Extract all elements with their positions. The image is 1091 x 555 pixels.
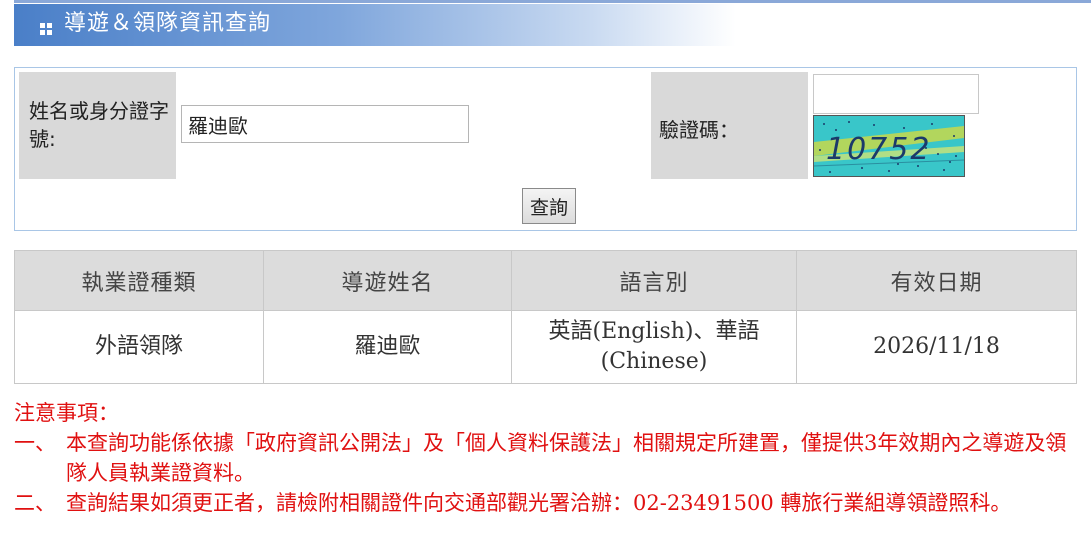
top-rule (14, 0, 1091, 3)
note-text: 查詢結果如須更正者，請檢附相關證件向交通部觀光署洽辦：02-23491500 轉… (66, 491, 1012, 515)
notes-section: 注意事項： 一、 本查詢功能係依據「政府資訊公開法」及「個人資料保護法」相關規定所… (14, 398, 1076, 518)
grid-bullet-icon (40, 23, 53, 36)
results-table: 執業證種類 導遊姓名 語言別 有效日期 外語領隊 羅迪歐 英語(English)… (14, 250, 1077, 384)
search-form: 姓名或身分證字號: 驗證碼： 10752 查詢 (14, 67, 1077, 231)
cell-valid-date: 2026/11/18 (796, 310, 1077, 384)
note-marker: 二、 (14, 491, 56, 515)
note-item: 二、 查詢結果如須更正者，請檢附相關證件向交通部觀光署洽辦：02-23491500… (14, 488, 1076, 518)
column-header-guide-name: 導遊姓名 (263, 250, 512, 311)
captcha-code: 10752 (826, 132, 931, 167)
cell-guide-name: 羅迪歐 (263, 310, 512, 384)
table-row: 外語領隊 羅迪歐 英語(English)、華語(Chinese) 2026/11… (14, 310, 1077, 384)
column-header-valid-date: 有效日期 (796, 250, 1077, 311)
captcha-label-cell: 驗證碼： (651, 72, 808, 179)
captcha-image: 10752 (813, 115, 965, 177)
name-or-id-input[interactable] (181, 105, 469, 143)
note-text: 本查詢功能係依據「政府資訊公開法」及「個人資料保護法」相關規定所建置，僅提供3年… (66, 431, 1067, 485)
captcha-noise-graphic: 10752 (814, 116, 964, 176)
captcha-input[interactable] (813, 74, 979, 114)
notes-title: 注意事項： (14, 401, 119, 425)
cell-language: 英語(English)、華語(Chinese) (511, 310, 797, 384)
name-label-cell: 姓名或身分證字號: (19, 72, 176, 179)
cell-license-type: 外語領隊 (14, 310, 264, 384)
column-header-license-type: 執業證種類 (14, 250, 264, 311)
column-header-language: 語言別 (511, 250, 797, 311)
name-label: 姓名或身分證字號: (29, 99, 169, 151)
note-marker: 一、 (14, 431, 56, 455)
captcha-label: 驗證碼： (659, 118, 739, 142)
section-header: 導遊＆領隊資訊查詢 (14, 4, 736, 46)
note-item: 一、 本查詢功能係依據「政府資訊公開法」及「個人資料保護法」相關規定所建置，僅提供… (14, 428, 1076, 488)
page-title: 導遊＆領隊資訊查詢 (64, 11, 272, 36)
table-header-row: 執業證種類 導遊姓名 語言別 有效日期 (14, 250, 1077, 311)
query-button[interactable]: 查詢 (522, 188, 576, 224)
